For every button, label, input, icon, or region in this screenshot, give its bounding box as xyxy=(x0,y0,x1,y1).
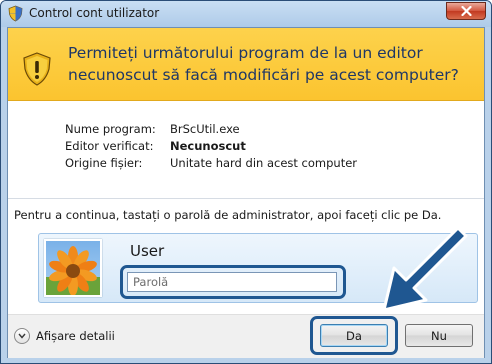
warning-shield-icon xyxy=(23,52,51,86)
close-icon xyxy=(460,6,472,16)
detail-label: Nume program: xyxy=(65,122,156,136)
title-bar: Control cont utilizator xyxy=(1,1,491,27)
dialog-footer: Afișare detalii Da Nu xyxy=(8,314,484,358)
yes-button[interactable]: Da xyxy=(320,324,388,347)
flower-icon xyxy=(46,246,100,295)
close-button[interactable] xyxy=(446,2,486,20)
banner-line-1: Permiteți următorului program de la un e… xyxy=(68,44,423,62)
window-title: Control cont utilizator xyxy=(29,6,160,20)
divider xyxy=(8,198,484,199)
detail-value: BrScUtil.exe xyxy=(170,122,240,136)
password-field[interactable]: Parolă xyxy=(127,272,337,292)
detail-label: Origine fișier: xyxy=(65,156,143,170)
show-details-toggle[interactable]: Afișare detalii xyxy=(14,327,115,345)
banner-question: Permiteți următorului program de la un e… xyxy=(68,42,478,86)
uac-shield-icon xyxy=(8,5,23,22)
banner-line-2: necunoscut să facă modificări pe acest c… xyxy=(68,66,459,84)
instruction-text: Pentru a continua, tastați o parolă de a… xyxy=(14,208,442,222)
username-label: User xyxy=(130,242,165,260)
pointer-arrow-icon xyxy=(382,226,468,312)
no-button[interactable]: Nu xyxy=(405,324,473,347)
detail-value: Unitate hard din acest computer xyxy=(170,156,358,170)
password-highlight: Parolă xyxy=(120,265,346,299)
show-details-label: Afișare detalii xyxy=(36,329,115,343)
warning-banner: Permiteți următorului program de la un e… xyxy=(8,28,484,101)
chevron-down-icon xyxy=(14,328,30,344)
flower-avatar-icon xyxy=(44,239,102,297)
detail-label: Editor verificat: xyxy=(65,139,154,153)
detail-value: Necunoscut xyxy=(170,139,246,153)
